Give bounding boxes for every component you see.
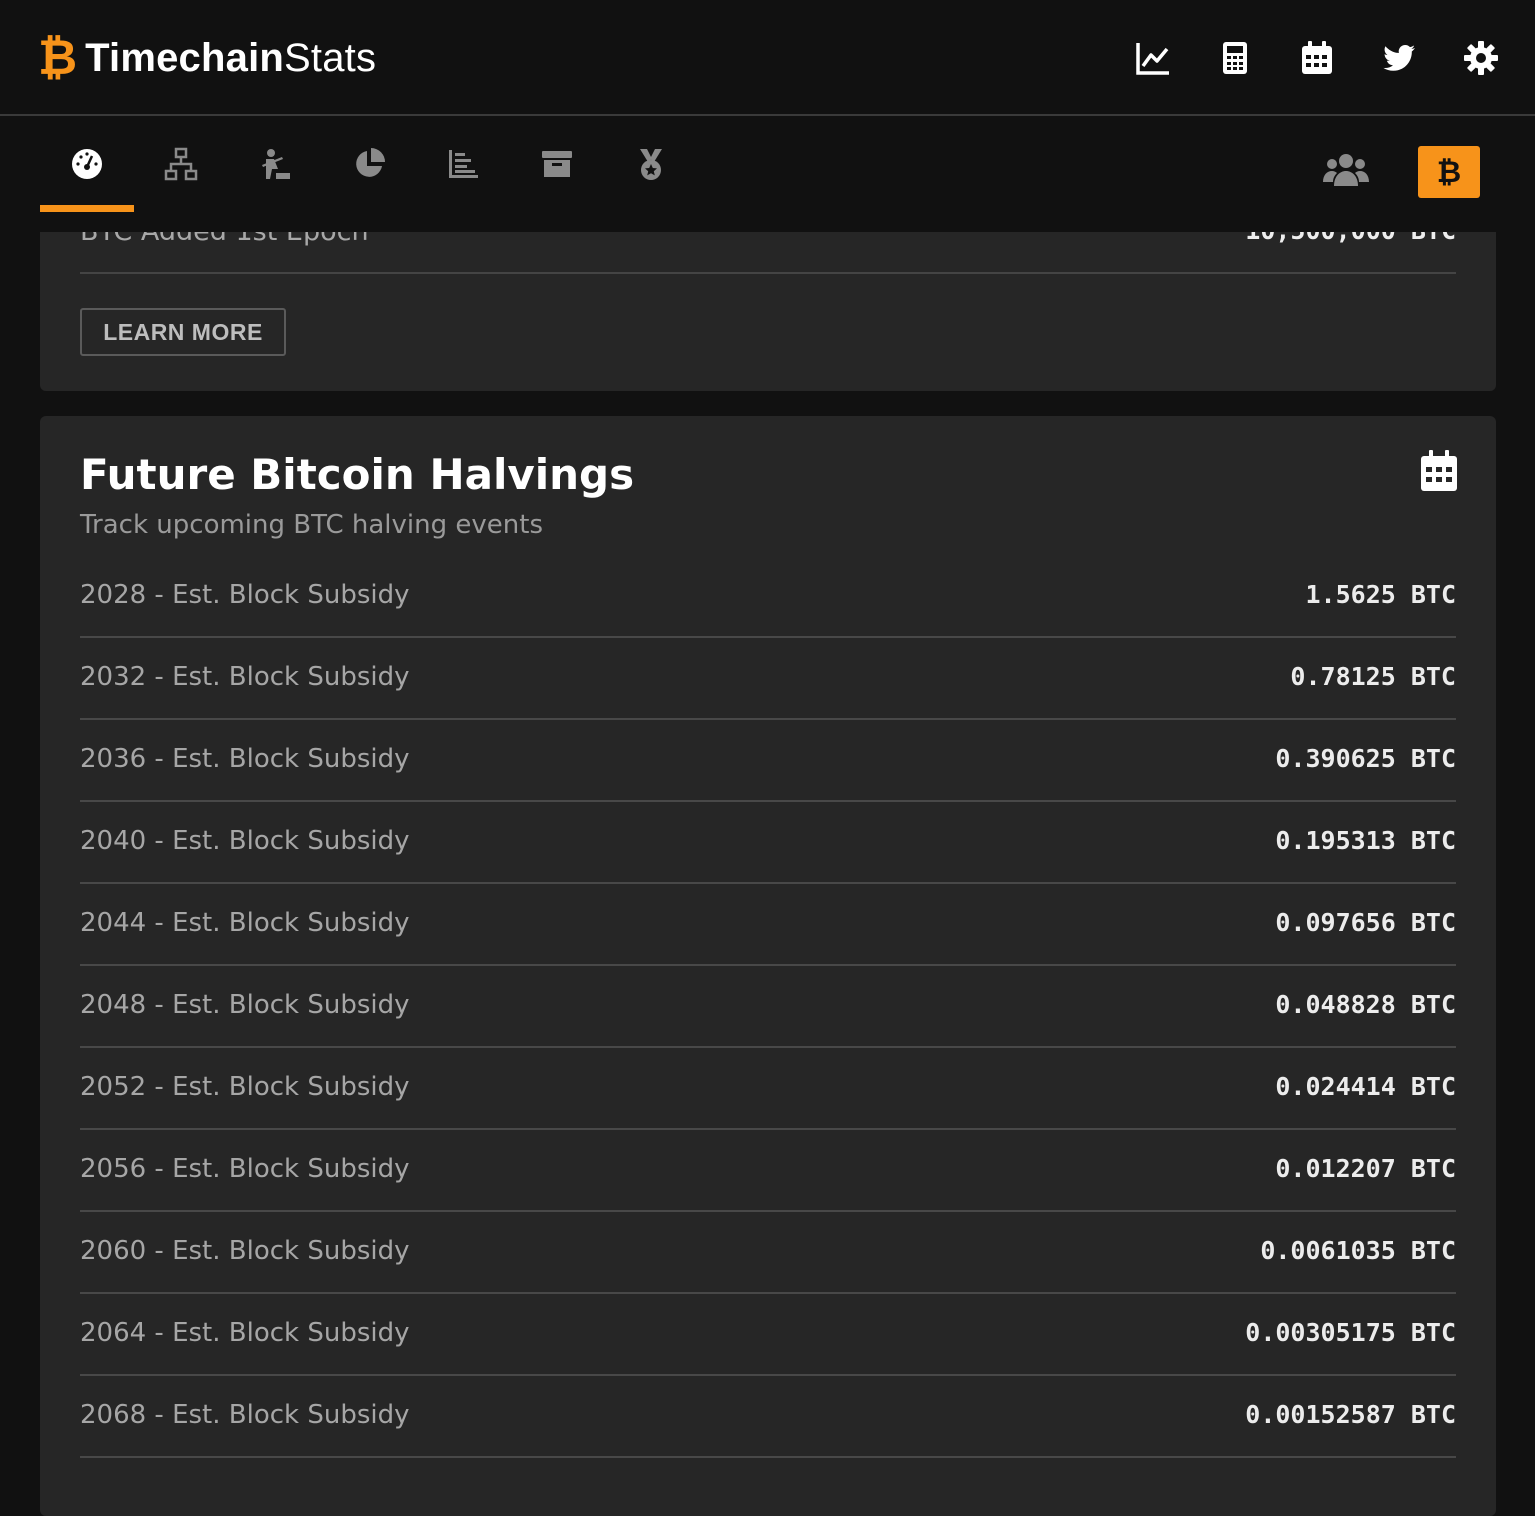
halving-subsidy-value: 0.195313 BTC [1275, 826, 1456, 855]
bitcoin-button[interactable]: ₿ [1418, 146, 1480, 198]
settings-gear-icon[interactable] [1461, 38, 1501, 78]
halvings-card: Future Bitcoin Halvings Track upcoming B… [40, 416, 1496, 1516]
list-item: 2036 - Est. Block Subsidy 0.390625 BTC [80, 720, 1456, 802]
halving-subsidy-value: 0.78125 BTC [1290, 662, 1456, 691]
list-item: 2028 - Est. Block Subsidy 1.5625 BTC [80, 556, 1456, 638]
halving-list: 2028 - Est. Block Subsidy 1.5625 BTC 2032 … [80, 556, 1456, 1458]
list-item: 2040 - Est. Block Subsidy 0.195313 BTC [80, 802, 1456, 884]
tab-charts[interactable] [416, 116, 510, 212]
tab-mining[interactable] [228, 116, 322, 212]
network-icon [164, 147, 198, 181]
halving-subsidy-value: 0.390625 BTC [1275, 744, 1456, 773]
halving-subsidy-value: 0.00152587 BTC [1245, 1400, 1456, 1429]
list-item: 2048 - Est. Block Subsidy 0.048828 BTC [80, 966, 1456, 1048]
halving-subsidy-value: 0.097656 BTC [1275, 908, 1456, 937]
list-item: 2060 - Est. Block Subsidy 0.0061035 BTC [80, 1212, 1456, 1294]
list-item: 2056 - Est. Block Subsidy 0.012207 BTC [80, 1130, 1456, 1212]
tab-archive[interactable] [510, 116, 604, 212]
nav-right: ₿ [1322, 146, 1480, 198]
halving-label: 2052 - Est. Block Subsidy [80, 1072, 410, 1102]
halving-label: 2060 - Est. Block Subsidy [80, 1236, 410, 1266]
tab-awards[interactable] [604, 116, 698, 212]
mining-icon [262, 149, 290, 179]
calendar-icon[interactable] [1420, 450, 1458, 492]
list-item: 2064 - Est. Block Subsidy 0.00305175 BTC [80, 1294, 1456, 1376]
halving-label: 2036 - Est. Block Subsidy [80, 744, 410, 774]
list-item: 2068 - Est. Block Subsidy 0.00152587 BTC [80, 1376, 1456, 1458]
tab-distribution[interactable] [322, 116, 416, 212]
top-header: ₿ Timechain Stats [0, 0, 1535, 116]
halving-subsidy-value: 0.0061035 BTC [1260, 1236, 1456, 1265]
section-tabs [40, 116, 698, 212]
halving-label: 2044 - Est. Block Subsidy [80, 908, 410, 938]
halving-label: 2068 - Est. Block Subsidy [80, 1400, 410, 1430]
halving-label: 2028 - Est. Block Subsidy [80, 580, 410, 610]
brand-logo[interactable]: ₿ Timechain Stats [38, 30, 376, 86]
archive-icon [542, 151, 572, 177]
row-value: 10,500,000 BTC [1245, 232, 1456, 245]
halving-label: 2064 - Est. Block Subsidy [80, 1318, 410, 1348]
header-icons [1133, 38, 1501, 78]
section-nav: ₿ [0, 116, 1535, 232]
bitcoin-logo-icon: ₿ [38, 30, 78, 86]
list-item: 2044 - Est. Block Subsidy 0.097656 BTC [80, 884, 1456, 966]
halving-label: 2056 - Est. Block Subsidy [80, 1154, 410, 1184]
card-subtitle: Track upcoming BTC halving events [80, 510, 543, 540]
tab-dashboard[interactable] [40, 116, 134, 212]
medal-icon [640, 149, 662, 180]
halving-subsidy-value: 0.012207 BTC [1275, 1154, 1456, 1183]
dashboard-icon [72, 149, 102, 179]
twitter-icon[interactable] [1379, 38, 1419, 78]
users-icon[interactable] [1322, 150, 1370, 194]
card-title: Future Bitcoin Halvings [80, 450, 635, 499]
halving-label: 2048 - Est. Block Subsidy [80, 990, 410, 1020]
learn-more-button[interactable]: LEARN MORE [80, 308, 286, 356]
pie-chart-icon [356, 148, 385, 177]
tab-network[interactable] [134, 116, 228, 212]
list-item: 2052 - Est. Block Subsidy 0.024414 BTC [80, 1048, 1456, 1130]
brand-name-regular: Stats [284, 35, 377, 80]
chart-line-icon[interactable] [1133, 38, 1173, 78]
list-item: 2032 - Est. Block Subsidy 0.78125 BTC [80, 638, 1456, 720]
halving-label: 2032 - Est. Block Subsidy [80, 662, 410, 692]
halving-subsidy-value: 0.00305175 BTC [1245, 1318, 1456, 1347]
brand-name-bold: Timechain [85, 35, 285, 80]
halving-subsidy-value: 0.048828 BTC [1275, 990, 1456, 1019]
calendar-icon[interactable] [1297, 38, 1337, 78]
halving-subsidy-value: 1.5625 BTC [1305, 580, 1456, 609]
row-label: BTC Added 1st Epoch [80, 232, 369, 247]
calculator-icon[interactable] [1215, 38, 1255, 78]
halving-label: 2040 - Est. Block Subsidy [80, 826, 410, 856]
bar-chart-icon [449, 150, 478, 178]
halving-subsidy-value: 0.024414 BTC [1275, 1072, 1456, 1101]
list-item: BTC Added 1st Epoch 10,500,000 BTC [80, 232, 1456, 274]
epoch-card: BTC Added 1st Epoch 10,500,000 BTC LEARN… [40, 232, 1496, 391]
